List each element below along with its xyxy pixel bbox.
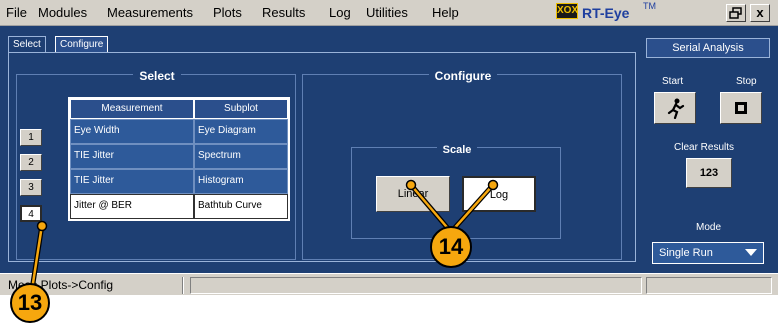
stop-label: Stop bbox=[736, 76, 757, 87]
menu-file[interactable]: File bbox=[6, 5, 27, 20]
serial-analysis-panel: Serial Analysis Start Stop Clear Results… bbox=[644, 34, 772, 270]
clear-results-label: Clear Results bbox=[674, 142, 735, 153]
mode-select[interactable]: Single Run bbox=[652, 242, 764, 264]
mode-value: Single Run bbox=[659, 247, 713, 259]
table-row-selected[interactable]: Jitter @ BER Bathtub Curve bbox=[70, 194, 288, 219]
clear-results-button[interactable]: 123 bbox=[686, 158, 732, 188]
measurement-1-button[interactable]: 1 bbox=[20, 129, 42, 146]
rt-eye-logo: XOX bbox=[556, 3, 578, 19]
stop-button[interactable] bbox=[720, 92, 762, 124]
tab-select[interactable]: Select bbox=[8, 36, 46, 53]
main-panel: Select Configure Select 1 2 3 4 Measurem… bbox=[0, 26, 778, 273]
menu-measurements[interactable]: Measurements bbox=[107, 5, 193, 20]
menu-plots[interactable]: Plots bbox=[213, 5, 242, 20]
measurement-cell[interactable]: TIE Jitter bbox=[70, 169, 194, 194]
restore-icon bbox=[729, 7, 742, 19]
table-row[interactable]: TIE Jitter Spectrum bbox=[70, 144, 288, 169]
measurement-2-button[interactable]: 2 bbox=[20, 154, 42, 171]
dropdown-arrow-icon bbox=[745, 249, 757, 256]
select-title: Select bbox=[133, 69, 181, 83]
header-subplot: Subplot bbox=[194, 99, 288, 119]
measurement-4-button[interactable]: 4 bbox=[20, 205, 42, 222]
menu-utilities[interactable]: Utilities bbox=[366, 5, 408, 20]
tab-configure[interactable]: Configure bbox=[55, 36, 109, 53]
scale-group: Scale Linear Log bbox=[351, 144, 561, 239]
measurement-3-button[interactable]: 3 bbox=[20, 179, 42, 196]
menu-log[interactable]: Log bbox=[329, 5, 351, 20]
running-man-icon bbox=[667, 98, 685, 120]
callout-13: 13 bbox=[10, 283, 50, 323]
subplot-cell[interactable]: Histogram bbox=[194, 169, 288, 194]
status-field bbox=[190, 277, 642, 294]
subplot-cell[interactable]: Eye Diagram bbox=[194, 119, 288, 144]
table-row[interactable]: TIE Jitter Histogram bbox=[70, 169, 288, 194]
status-bar: Meas Plots->Config bbox=[0, 273, 778, 295]
measurement-cell[interactable]: Jitter @ BER bbox=[70, 194, 194, 219]
status-divider bbox=[182, 277, 184, 294]
measurement-cell[interactable]: Eye Width bbox=[70, 119, 194, 144]
table-row[interactable]: Eye Width Eye Diagram bbox=[70, 119, 288, 144]
serial-analysis-title: Serial Analysis bbox=[646, 38, 770, 58]
stop-icon bbox=[735, 102, 747, 114]
menu-modules[interactable]: Modules bbox=[38, 5, 87, 20]
menu-bar: File Modules Measurements Plots Results … bbox=[0, 0, 778, 26]
menu-results[interactable]: Results bbox=[262, 5, 305, 20]
measurement-table: Measurement Subplot Eye Width Eye Diagra… bbox=[68, 97, 290, 221]
callout-14: 14 bbox=[430, 226, 472, 268]
linear-scale-button[interactable]: Linear bbox=[376, 176, 450, 212]
clear-counter-icon: 123 bbox=[699, 167, 719, 179]
subplot-cell[interactable]: Spectrum bbox=[194, 144, 288, 169]
app-name: RT-Eye bbox=[582, 5, 630, 21]
scale-title: Scale bbox=[436, 144, 478, 156]
subplot-cell[interactable]: Bathtub Curve bbox=[194, 194, 288, 219]
log-scale-button[interactable]: Log bbox=[462, 176, 536, 212]
configure-title: Configure bbox=[428, 69, 498, 83]
status-field-right bbox=[646, 277, 772, 294]
start-label: Start bbox=[662, 76, 684, 87]
restore-window-button[interactable] bbox=[726, 4, 746, 22]
trademark: TM bbox=[643, 1, 656, 11]
tab-bar: Select Configure bbox=[8, 36, 636, 53]
start-button[interactable] bbox=[654, 92, 696, 124]
close-button[interactable]: x bbox=[750, 4, 770, 22]
mode-label: Mode bbox=[696, 222, 722, 233]
table-header: Measurement Subplot bbox=[70, 99, 288, 119]
measurement-cell[interactable]: TIE Jitter bbox=[70, 144, 194, 169]
menu-help[interactable]: Help bbox=[432, 5, 459, 20]
header-measurement: Measurement bbox=[70, 99, 194, 119]
